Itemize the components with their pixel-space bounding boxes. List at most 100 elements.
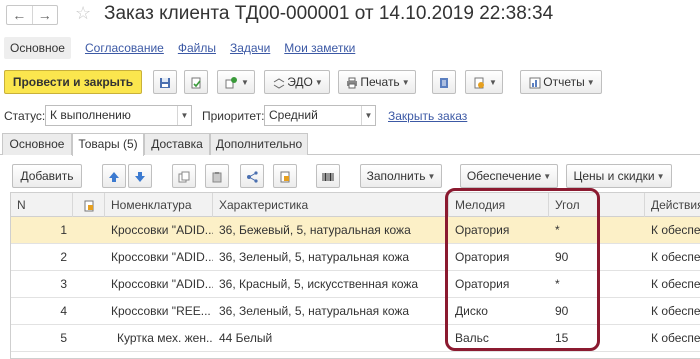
table-toolbar: Добавить Заполнить ▼ Обеспечение ▼ Цены и … [0,164,700,190]
tab-goods[interactable]: Товары (5) [72,133,144,156]
section-files[interactable]: Файлы [178,41,216,55]
header-n[interactable]: N [11,193,73,217]
move-down-button[interactable] [128,164,152,188]
status-label: Статус: [4,109,46,123]
table-row[interactable]: 3 Кроссовки "ADID... 36, Красный, 5, иск… [11,271,700,298]
nomenclature-cell[interactable]: Куртка мех. жен... [105,325,213,352]
table-header: N Номенклатура Характеристика Мелодия Уг… [11,193,700,217]
nomenclature-cell[interactable]: Кроссовки "ADID... [105,271,213,298]
nomenclature-cell[interactable]: Кроссовки "REE... [105,298,213,325]
split-row-button[interactable] [240,164,264,188]
save-button[interactable] [153,70,177,94]
status-row: Статус: К выполнению ▼ Приоритет: Средни… [0,105,700,127]
chevron-down-icon: ▼ [586,77,595,87]
action-cell[interactable]: К обеспеч [645,298,700,325]
tab-additional[interactable]: Дополнительно [210,133,308,155]
melody-cell[interactable]: Оратория [449,217,549,244]
arrow-up-icon [109,171,119,182]
header-pick [73,193,105,217]
priority-select[interactable]: Средний ▼ [264,105,376,126]
page-title: Заказ клиента ТД00-000001 от 14.10.2019 … [104,3,554,24]
chevron-down-icon: ▼ [401,77,410,87]
back-arrow-icon[interactable]: ← [7,6,33,24]
pick-goods-icon [84,200,94,212]
header-characteristic[interactable]: Характеристика [213,193,449,217]
melody-cell[interactable]: Диско [449,298,549,325]
floppy-disk-icon [160,77,170,88]
table-row[interactable]: 2 Кроссовки "ADID... 36, Зеленый, 5, нат… [11,244,700,271]
characteristic-cell[interactable]: 36, Зеленый, 5, натуральная кожа [213,244,449,271]
edo-button[interactable]: ЭДО ▼ [264,70,330,94]
copy-row-button[interactable] [172,164,196,188]
attachment-icon [474,77,485,89]
fill-button[interactable]: Заполнить ▼ [360,164,442,188]
document-structure-button[interactable] [432,70,456,94]
form-tabs: Основное Товары (5) Доставка Дополнитель… [0,133,700,156]
list-document-icon [440,77,448,88]
move-up-button[interactable] [102,164,126,188]
chevron-down-icon: ▼ [241,77,249,87]
header-melody[interactable]: Мелодия [449,193,549,217]
add-row-button[interactable]: Добавить [12,164,82,188]
characteristic-cell[interactable]: 36, Бежевый, 5, натуральная кожа [213,217,449,244]
pick-goods-icon [280,171,290,183]
action-cell[interactable]: К обеспеч [645,217,700,244]
nomenclature-cell[interactable]: Кроссовки "ADID... [105,244,213,271]
priority-label: Приоритет: [202,109,265,123]
post-button[interactable] [184,70,208,94]
print-button[interactable]: Печать ▼ [338,70,416,94]
reports-icon [529,77,541,89]
angle-cell[interactable]: * [549,271,645,298]
action-cell[interactable]: К обеспеч [645,244,700,271]
angle-cell[interactable]: * [549,217,645,244]
characteristic-cell[interactable]: 36, Зеленый, 5, натуральная кожа [213,298,449,325]
post-document-icon [191,77,201,89]
melody-cell[interactable]: Оратория [449,271,549,298]
pick-goods-button[interactable] [273,164,297,188]
header-nomenclature[interactable]: Номенклатура [105,193,213,217]
chevron-down-icon: ▼ [427,171,436,181]
angle-cell[interactable]: 90 [549,298,645,325]
prices-label: Цены и скидки [573,169,655,183]
characteristic-cell[interactable]: 44 Белый [213,325,449,352]
melody-cell[interactable]: Вальс [449,325,549,352]
chevron-down-icon: ▼ [543,171,552,181]
table-row[interactable]: 4 Кроссовки "REE... 36, Зеленый, 5, нату… [11,298,700,325]
reports-label: Отчеты [543,75,585,89]
header-actions[interactable]: Действия [645,193,700,217]
create-based-on-button[interactable]: ▼ [217,70,255,94]
nomenclature-cell[interactable]: Кроссовки "ADID... [105,217,213,244]
goods-table: N Номенклатура Характеристика Мелодия Уг… [10,192,700,359]
command-bar: Провести и закрыть ▼ ЭДО ▼ Печать ▼ ▼ Отче… [0,70,700,96]
tab-main[interactable]: Основное [2,133,72,155]
favorite-star-icon[interactable]: ☆ [75,3,91,24]
tab-delivery[interactable]: Доставка [144,133,210,155]
section-main[interactable]: Основное [4,37,71,59]
angle-cell[interactable]: 90 [549,244,645,271]
forward-arrow-icon[interactable]: → [33,6,58,24]
attachments-button[interactable]: ▼ [465,70,503,94]
close-order-link[interactable]: Закрыть заказ [388,109,467,123]
action-cell[interactable]: К обеспеч [645,325,700,352]
arrow-down-icon [135,171,145,182]
split-icon [247,171,258,183]
table-row[interactable]: 5 Куртка мех. жен... 44 Белый Вальс 15 К… [11,325,700,352]
section-tasks[interactable]: Задачи [230,41,270,55]
action-cell[interactable]: К обеспеч [645,271,700,298]
header-angle[interactable]: Угол [549,193,645,217]
characteristic-cell[interactable]: 36, Красный, 5, искусственная кожа [213,271,449,298]
table-row[interactable]: 1 Кроссовки "ADID... 36, Бежевый, 5, нат… [11,217,700,244]
reports-button[interactable]: Отчеты ▼ [520,70,602,94]
prices-discounts-button[interactable]: Цены и скидки ▼ [566,164,672,188]
fill-label: Заполнить [366,169,426,183]
section-notes[interactable]: Мои заметки [284,41,355,55]
angle-cell[interactable]: 15 [549,325,645,352]
section-approval[interactable]: Согласование [85,41,164,55]
paste-row-button[interactable] [205,164,229,188]
status-select[interactable]: К выполнению ▼ [45,105,192,126]
barcode-scan-button[interactable] [316,164,340,188]
paste-icon [212,171,222,183]
melody-cell[interactable]: Оратория [449,244,549,271]
post-and-close-button[interactable]: Провести и закрыть [4,70,142,94]
provision-button[interactable]: Обеспечение ▼ [460,164,558,188]
